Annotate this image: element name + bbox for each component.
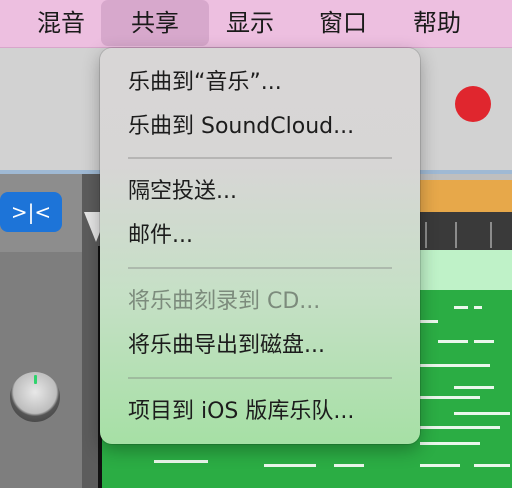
track-controls-panel (0, 252, 82, 488)
midi-note (454, 412, 510, 415)
menu-item-song-to-music[interactable]: 乐曲到“音乐”... (128, 66, 282, 100)
knob-indicator (34, 375, 37, 384)
menu-item-song-to-soundcloud[interactable]: 乐曲到 SoundCloud... (128, 110, 354, 144)
midi-note (420, 442, 480, 445)
midi-note (474, 306, 482, 309)
menu-mix[interactable]: 混音 (20, 0, 102, 48)
menu-item-export-to-disk[interactable]: 将乐曲导出到磁盘... (128, 329, 325, 363)
menu-bar: 混音 共享 显示 窗口 帮助 (0, 0, 512, 48)
record-button[interactable] (455, 86, 491, 122)
ruler-tick (425, 222, 427, 248)
smart-controls-icon[interactable]: >|< (0, 192, 62, 232)
ruler-tick (455, 222, 457, 248)
midi-note (454, 386, 494, 389)
midi-note (438, 340, 468, 343)
midi-note (420, 364, 490, 367)
midi-note (474, 340, 494, 343)
midi-note (454, 306, 468, 309)
midi-note (334, 464, 364, 467)
menu-window[interactable]: 窗口 (303, 0, 383, 48)
midi-note (420, 464, 460, 467)
menu-item-burn-cd: 将乐曲刻录到 CD... (128, 289, 321, 314)
menu-separator (128, 377, 392, 379)
menu-separator (128, 267, 392, 269)
menu-help[interactable]: 帮助 (397, 0, 477, 48)
share-menu-dropdown: 乐曲到“音乐”... 乐曲到 SoundCloud... 隔空投送... 邮件.… (100, 48, 420, 444)
menu-item-project-to-ios-garageband[interactable]: 项目到 iOS 版库乐队... (128, 395, 354, 429)
menu-item-mail[interactable]: 邮件... (128, 219, 193, 253)
midi-note (420, 396, 480, 399)
menu-view[interactable]: 显示 (212, 0, 288, 48)
midi-note (264, 464, 316, 467)
midi-note (474, 464, 510, 467)
menu-share[interactable]: 共享 (101, 0, 209, 46)
menu-separator (128, 157, 392, 159)
ruler-tick (490, 222, 492, 248)
menu-item-airdrop[interactable]: 隔空投送... (128, 175, 237, 209)
midi-note (420, 320, 438, 323)
midi-note (420, 426, 500, 429)
midi-note (154, 460, 208, 463)
